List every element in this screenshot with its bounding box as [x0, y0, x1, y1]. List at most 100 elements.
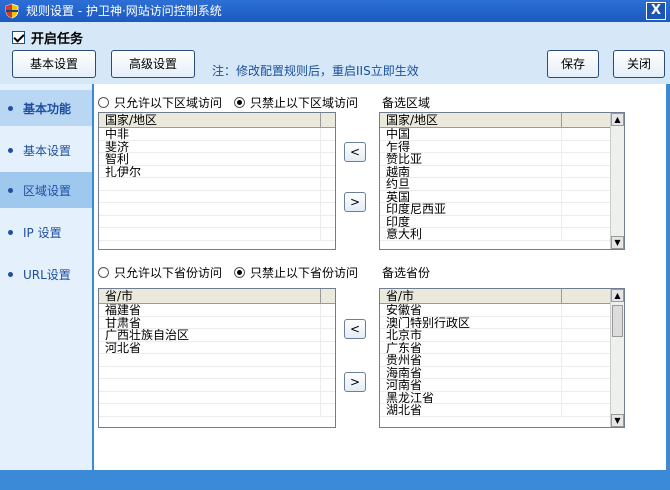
- province-remove-button[interactable]: >: [344, 372, 366, 392]
- list-item-label: 湖北省: [380, 404, 562, 416]
- list-item-label: 甘肃省: [99, 316, 321, 328]
- list-item-label: 海南省: [380, 366, 562, 378]
- list-item-label: [99, 190, 321, 202]
- list-item[interactable]: 中国: [380, 128, 624, 141]
- list-item[interactable]: 印度尼西亚: [380, 203, 624, 216]
- province-allow-radio[interactable]: [98, 267, 109, 278]
- region-candidates-title: 备选区域: [382, 96, 431, 110]
- list-item-label: 智利: [99, 153, 321, 165]
- column-header[interactable]: 省/市: [99, 289, 321, 303]
- list-item-label: 安徽省: [380, 304, 562, 316]
- scroll-down-icon[interactable]: ▼: [611, 236, 624, 249]
- sidebar-item-url-settings[interactable]: URL设置: [0, 256, 92, 292]
- list-item[interactable]: 英国: [380, 190, 624, 203]
- list-item[interactable]: 乍得: [380, 140, 624, 153]
- sidebar-item-basic-function[interactable]: 基本功能: [0, 90, 92, 126]
- column-header[interactable]: 省/市: [380, 289, 562, 303]
- list-item[interactable]: 海南省: [380, 366, 624, 379]
- region-selected-list[interactable]: 国家/地区 中非 斐济 智利 扎伊尔: [98, 112, 336, 250]
- scrollbar[interactable]: ▲ ▼: [610, 113, 624, 249]
- title-bar: 规则设置 - 护卫神·网站访问控制系统 X: [0, 0, 670, 22]
- list-item[interactable]: 安徽省: [380, 304, 624, 317]
- list-item[interactable]: 甘肃省: [99, 316, 335, 329]
- bullet-icon: [8, 187, 13, 193]
- list-item[interactable]: 印度: [380, 215, 624, 228]
- shield-icon: [5, 3, 19, 19]
- sidebar-item-basic-settings[interactable]: 基本设置: [0, 132, 92, 168]
- list-item[interactable]: 意大利: [380, 228, 624, 241]
- advanced-settings-button[interactable]: 高级设置: [111, 50, 195, 78]
- bullet-icon: [8, 105, 13, 111]
- list-item[interactable]: 扎伊尔: [99, 165, 335, 178]
- list-item[interactable]: 广东省: [380, 341, 624, 354]
- list-header: 省/市: [99, 289, 335, 304]
- list-item[interactable]: 河北省: [99, 341, 335, 354]
- list-item[interactable]: 福建省: [99, 304, 335, 317]
- list-item[interactable]: 贵州省: [380, 354, 624, 367]
- list-item[interactable]: 北京市: [380, 329, 624, 342]
- window-close-button[interactable]: X: [646, 2, 666, 20]
- list-item[interactable]: 中非: [99, 128, 335, 141]
- list-item[interactable]: 河南省: [380, 379, 624, 392]
- list-item[interactable]: [99, 178, 335, 191]
- region-remove-button[interactable]: >: [344, 192, 366, 212]
- list-item[interactable]: 广西壮族自治区: [99, 329, 335, 342]
- list-item[interactable]: [99, 190, 335, 203]
- list-item[interactable]: [99, 203, 335, 216]
- list-item[interactable]: 黑龙江省: [380, 391, 624, 404]
- list-item-label: 意大利: [380, 228, 562, 240]
- close-button[interactable]: 关闭: [613, 50, 665, 78]
- region-add-button[interactable]: <: [344, 142, 366, 162]
- region-deny-radio[interactable]: [234, 97, 246, 108]
- province-selected-list[interactable]: 省/市 福建省 甘肃省 广西壮族自治区 河北省: [98, 288, 336, 428]
- list-item[interactable]: [99, 215, 335, 228]
- list-item[interactable]: 赞比亚: [380, 153, 624, 166]
- scroll-up-icon[interactable]: ▲: [611, 113, 624, 126]
- province-add-button[interactable]: <: [344, 319, 366, 339]
- province-allow-label[interactable]: 只允许以下省份访问: [114, 264, 222, 281]
- province-deny-label[interactable]: 只禁止以下省份访问: [250, 264, 358, 281]
- enable-task-checkbox[interactable]: 开启任务: [12, 28, 83, 47]
- column-header[interactable]: 国家/地区: [99, 113, 321, 127]
- region-deny-label[interactable]: 只禁止以下区域访问: [250, 94, 358, 111]
- list-item-label: 中非: [99, 128, 321, 140]
- list-item[interactable]: 澳门特别行政区: [380, 316, 624, 329]
- list-item[interactable]: 智利: [99, 153, 335, 166]
- region-allow-radio[interactable]: [98, 97, 109, 108]
- sidebar-item-label: 基本设置: [23, 143, 72, 158]
- list-item[interactable]: 约旦: [380, 178, 624, 191]
- list-item-label: 河北省: [99, 341, 321, 353]
- list-item-label: 斐济: [99, 140, 321, 152]
- scroll-down-icon[interactable]: ▼: [611, 414, 624, 427]
- province-candidates-list[interactable]: 省/市 安徽省 澳门特别行政区 北京市 广东省 贵州省 海南省 河南省 黑龙江省 湖北省 ▲ ▼: [379, 288, 625, 428]
- list-header: 省/市: [380, 289, 624, 304]
- sidebar-item-label: 区域设置: [23, 183, 72, 198]
- list-item[interactable]: 越南: [380, 165, 624, 178]
- scrollbar[interactable]: ▲ ▼: [610, 289, 624, 427]
- region-allow-label[interactable]: 只允许以下区域访问: [114, 94, 222, 111]
- checkbox-box[interactable]: [12, 31, 25, 44]
- sidebar-item-label: IP 设置: [23, 225, 62, 240]
- sidebar-item-region-settings[interactable]: 区域设置: [0, 172, 92, 208]
- list-item[interactable]: [99, 354, 335, 367]
- list-item[interactable]: [99, 228, 335, 241]
- scroll-up-icon[interactable]: ▲: [611, 289, 624, 302]
- status-bar: [0, 470, 670, 490]
- list-item[interactable]: [99, 404, 335, 417]
- list-item[interactable]: 湖北省: [380, 404, 624, 417]
- province-deny-radio[interactable]: [234, 267, 246, 278]
- region-candidates-list[interactable]: 国家/地区 中国 乍得 赞比亚 越南 约旦 英国 印度尼西亚 印度 意大利 ▲ ▼: [379, 112, 625, 250]
- list-item[interactable]: [99, 366, 335, 379]
- save-button[interactable]: 保存: [547, 50, 599, 78]
- list-item-label: 扎伊尔: [99, 165, 321, 177]
- sidebar-item-ip-settings[interactable]: IP 设置: [0, 214, 92, 250]
- list-item-label: [99, 203, 321, 215]
- list-item[interactable]: [99, 391, 335, 404]
- list-item-label: [99, 354, 321, 366]
- basic-settings-button[interactable]: 基本设置: [12, 50, 96, 78]
- column-header[interactable]: 国家/地区: [380, 113, 562, 127]
- list-item-label: [99, 178, 321, 190]
- list-item[interactable]: 斐济: [99, 140, 335, 153]
- list-item[interactable]: [99, 379, 335, 392]
- scroll-thumb[interactable]: [612, 305, 623, 337]
